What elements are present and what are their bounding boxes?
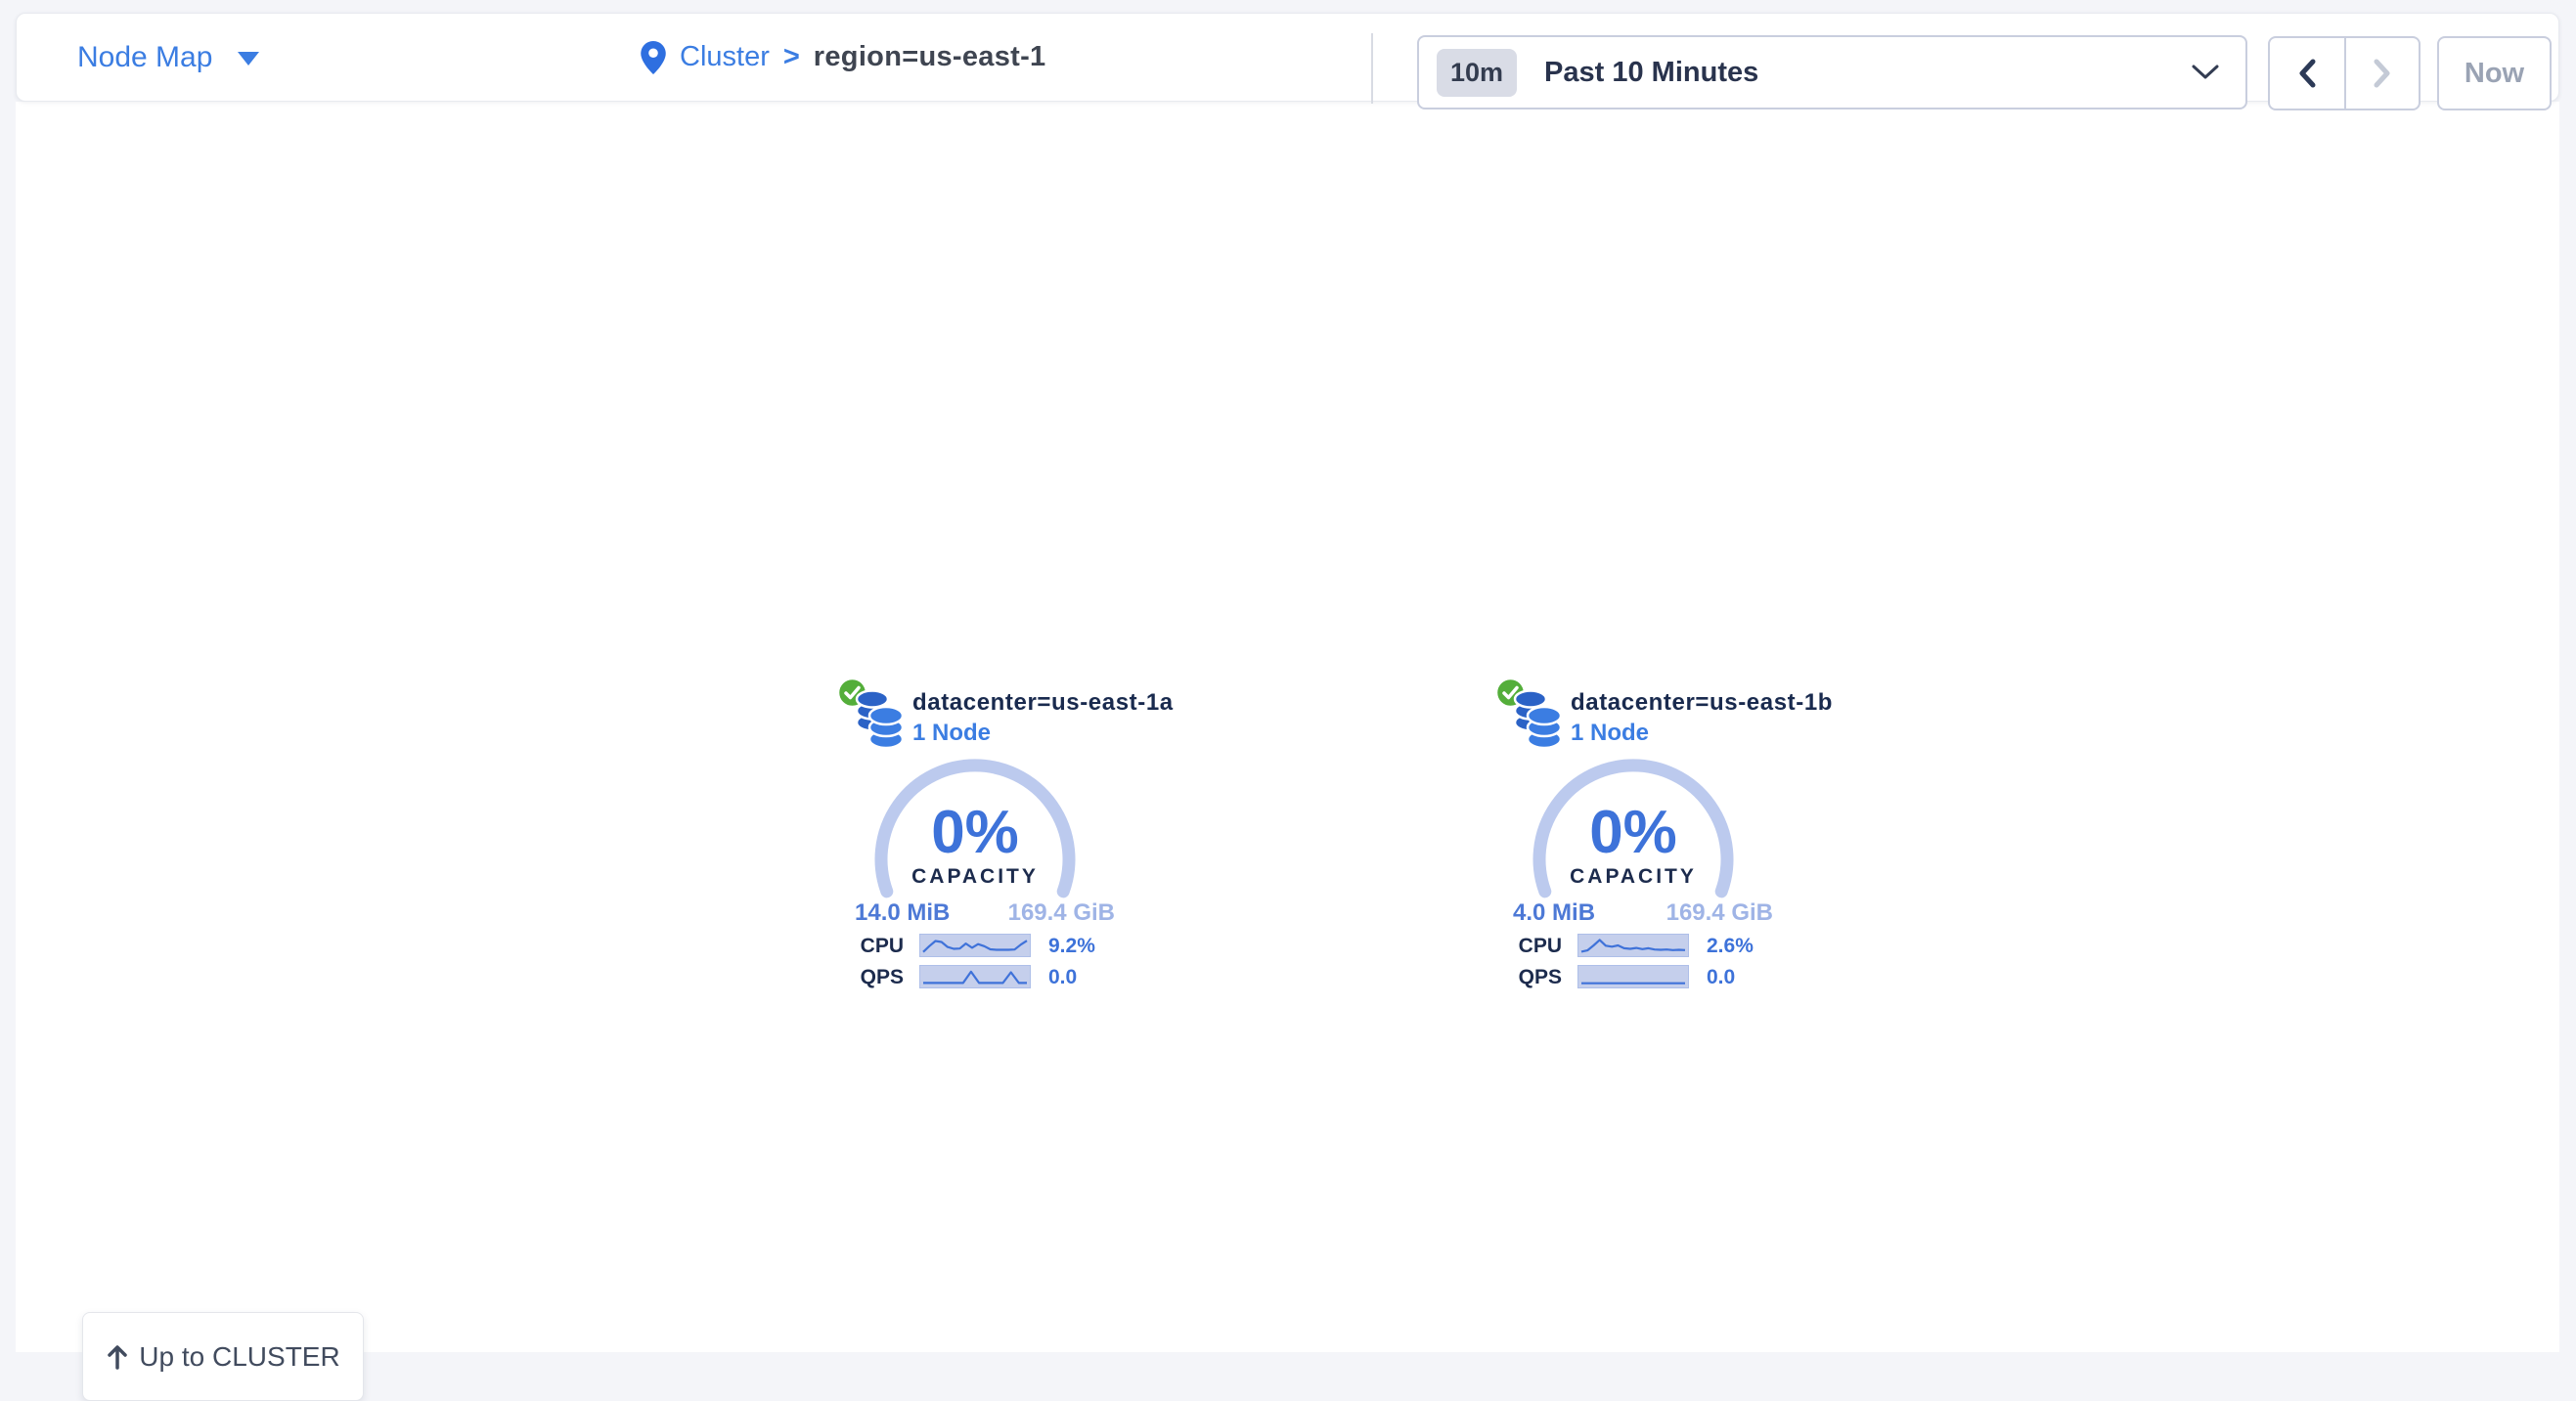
qps-value: 0.0	[1707, 966, 1735, 989]
location-pin-icon	[641, 41, 666, 74]
time-step-back-button[interactable]	[2270, 38, 2344, 109]
cpu-stat-row: CPU 2.6%	[1494, 934, 1790, 957]
breadcrumb: Cluster > region=us-east-1	[641, 14, 1045, 101]
qps-sparkline	[919, 965, 1031, 988]
database-stack-icon	[853, 686, 906, 756]
breadcrumb-current: region=us-east-1	[814, 41, 1046, 73]
view-selector-dropdown[interactable]: Node Map	[77, 14, 259, 101]
cpu-sparkline	[1577, 934, 1689, 957]
database-stack-icon	[1511, 686, 1564, 756]
up-to-cluster-label: Up to CLUSTER	[139, 1341, 339, 1373]
node-map-canvas: datacenter=us-east-1a 1 Node 0% CAPACITY…	[16, 102, 2559, 1352]
view-selector-label: Node Map	[77, 41, 212, 74]
qps-stat-row: QPS 0.0	[836, 965, 1132, 988]
arrow-up-icon	[106, 1343, 129, 1371]
chevron-left-icon	[2295, 58, 2319, 89]
qps-value: 0.0	[1048, 966, 1077, 989]
chevron-down-icon	[2191, 64, 2220, 81]
datacenter-title: datacenter=us-east-1a	[912, 689, 1174, 717]
capacity-total: 169.4 GiB	[1666, 899, 1773, 927]
caret-down-icon	[238, 52, 259, 66]
cpu-label: CPU	[845, 935, 904, 958]
datacenter-title: datacenter=us-east-1b	[1571, 689, 1833, 717]
capacity-used: 4.0 MiB	[1513, 899, 1595, 927]
capacity-label: CAPACITY	[1526, 865, 1741, 889]
cpu-sparkline	[919, 934, 1031, 957]
qps-stat-row: QPS 0.0	[1494, 965, 1790, 988]
up-to-cluster-button[interactable]: Up to CLUSTER	[82, 1312, 364, 1401]
breadcrumb-cluster-link[interactable]: Cluster	[680, 41, 770, 73]
datacenter-card-us-east-1a[interactable]: datacenter=us-east-1a 1 Node 0% CAPACITY…	[836, 677, 1132, 999]
capacity-used: 14.0 MiB	[855, 899, 950, 927]
cpu-value: 2.6%	[1707, 935, 1754, 958]
time-range-dropdown[interactable]: 10m Past 10 Minutes	[1417, 35, 2247, 109]
datacenter-card-us-east-1b[interactable]: datacenter=us-east-1b 1 Node 0% CAPACITY…	[1494, 677, 1790, 999]
capacity-values: 14.0 MiB 169.4 GiB	[855, 899, 1115, 927]
capacity-label: CAPACITY	[867, 865, 1083, 889]
breadcrumb-separator: >	[783, 41, 800, 73]
capacity-values: 4.0 MiB 169.4 GiB	[1513, 899, 1773, 927]
time-step-buttons	[2268, 36, 2421, 110]
qps-sparkline	[1577, 965, 1689, 988]
time-step-forward-button[interactable]	[2344, 38, 2419, 109]
now-button[interactable]: Now	[2437, 36, 2552, 110]
qps-label: QPS	[845, 966, 904, 989]
time-range-label: Past 10 Minutes	[1544, 57, 1758, 89]
datacenter-node-count: 1 Node	[1571, 720, 1649, 747]
capacity-percent: 0%	[1526, 798, 1741, 867]
datacenter-node-count: 1 Node	[912, 720, 991, 747]
cpu-value: 9.2%	[1048, 935, 1095, 958]
qps-label: QPS	[1503, 966, 1562, 989]
topbar-divider	[1371, 33, 1373, 104]
chevron-right-icon	[2371, 58, 2394, 89]
topbar: Node Map Cluster > region=us-east-1 10m …	[16, 13, 2559, 102]
cpu-label: CPU	[1503, 935, 1562, 958]
cpu-stat-row: CPU 9.2%	[836, 934, 1132, 957]
capacity-percent: 0%	[867, 798, 1083, 867]
capacity-total: 169.4 GiB	[1008, 899, 1115, 927]
time-range-badge: 10m	[1437, 49, 1517, 97]
